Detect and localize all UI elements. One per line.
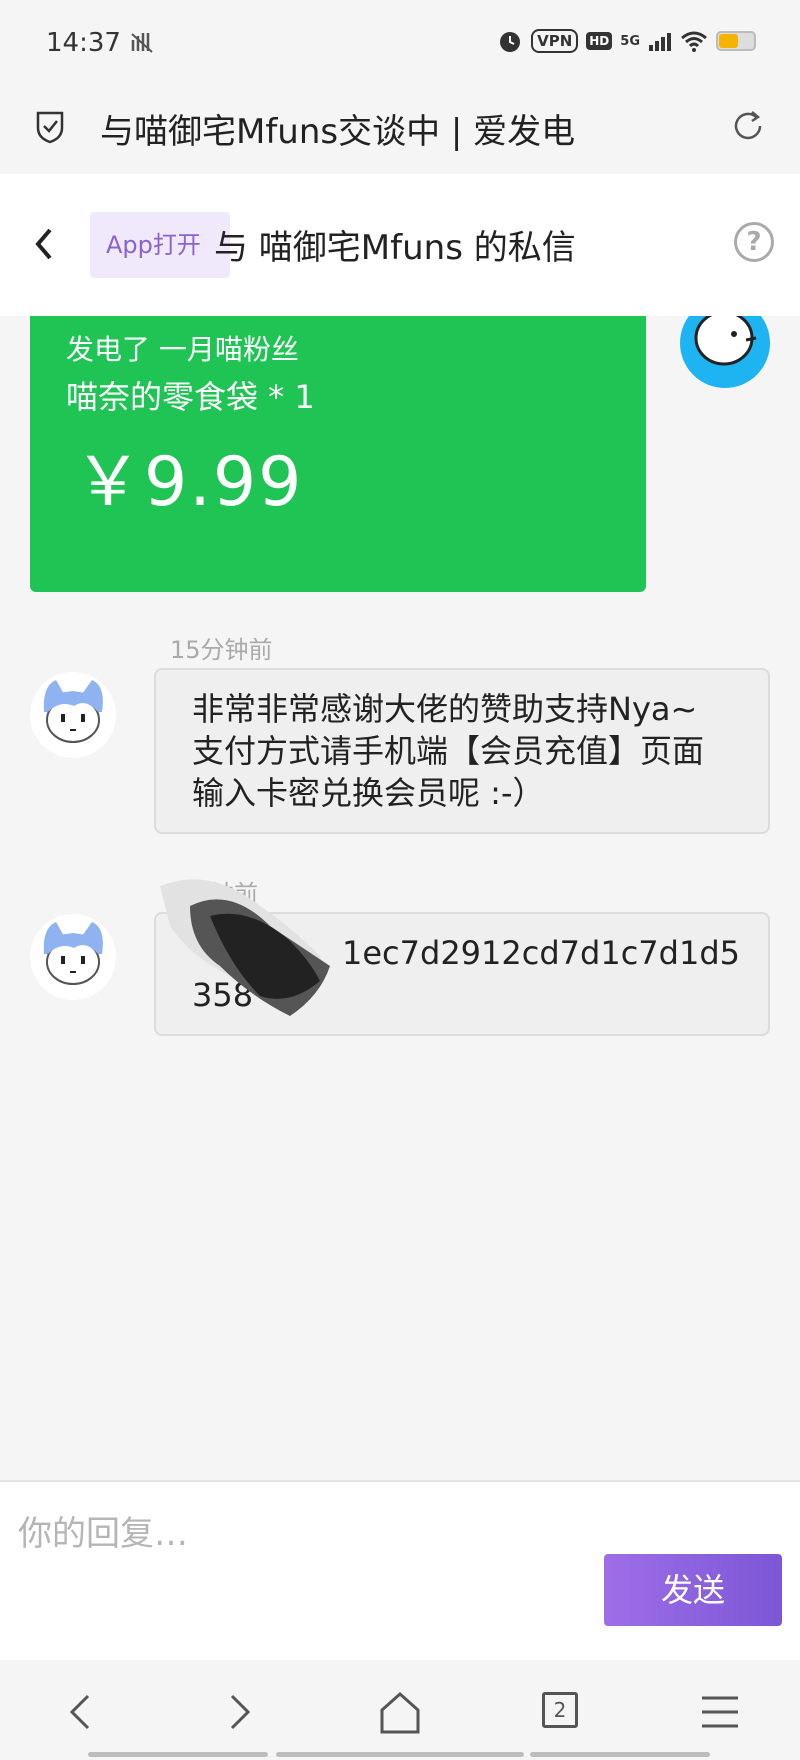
tab-count: 2 (542, 1692, 578, 1728)
send-button[interactable]: 发送 (604, 1554, 782, 1626)
avatar-image (43, 680, 103, 743)
creator-avatar[interactable] (30, 672, 116, 758)
alarm-icon (500, 32, 521, 52)
message-bubble[interactable]: 非常非常感谢大佬的赞助支持Nya~ 支付方式请手机端【会员充值】页面输入卡密兑换… (154, 668, 770, 834)
reload-icon[interactable] (730, 108, 766, 144)
app-open-button[interactable]: App打开 (90, 212, 230, 278)
chat-title: 与 喵御宅Mfuns 的私信 (214, 228, 576, 268)
hd-badge: HD (586, 32, 613, 50)
gesture-bar (276, 1752, 524, 1757)
nav-forward-icon[interactable] (214, 1688, 266, 1736)
nav-back-icon[interactable] (54, 1688, 106, 1736)
wifi-icon (681, 31, 707, 52)
sponsor-plan: 发电了 一月喵粉丝 (66, 333, 299, 366)
battery-icon (716, 31, 756, 51)
back-arrow-icon[interactable] (30, 224, 60, 264)
signal-off-icon (131, 33, 153, 53)
browser-page-title[interactable]: 与喵御宅Mfuns交谈中 | 爱发电 (100, 104, 575, 153)
avatar-image (694, 316, 757, 366)
cell-signal-icon (649, 33, 671, 51)
gesture-bar (530, 1752, 710, 1757)
status-bar: 14:37 VPN HD 5G (0, 0, 800, 86)
sponsor-price: ￥9.99 (74, 443, 304, 522)
battery-level (719, 34, 738, 48)
status-icons: VPN HD 5G (497, 28, 756, 54)
page-header: App打开 与 喵御宅Mfuns 的私信 ? (0, 174, 800, 316)
avatar-image (43, 922, 103, 985)
own-avatar[interactable] (680, 316, 770, 388)
reply-input[interactable] (18, 1506, 578, 1562)
network-type-label: 5G (620, 33, 640, 49)
reply-area: 发送 (0, 1480, 800, 1660)
chat-area[interactable]: 发电了 一月喵粉丝 喵奈的零食袋 * 1 ￥9.99 15分钟前 非常非常感谢大… (0, 316, 800, 1480)
creator-avatar[interactable] (30, 914, 116, 1000)
nav-home-icon[interactable] (374, 1688, 426, 1736)
gesture-bar (88, 1752, 268, 1757)
nav-tabs-button[interactable]: 2 (534, 1688, 586, 1736)
vpn-badge: VPN (531, 29, 579, 53)
sponsor-item: 喵奈的零食袋 * 1 (66, 378, 315, 416)
sponsor-card: 发电了 一月喵粉丝 喵奈的零食袋 * 1 ￥9.99 (30, 316, 646, 592)
help-icon[interactable]: ? (734, 222, 774, 262)
message-text: 非常非常感谢大佬的赞助支持Nya~ 支付方式请手机端【会员充值】页面输入卡密兑换… (192, 690, 705, 812)
browser-address-bar: 与喵御宅Mfuns交谈中 | 爱发电 (0, 86, 800, 174)
shield-icon[interactable] (34, 108, 66, 144)
message-time: 15分钟前 (170, 636, 273, 664)
redaction-scribble (160, 879, 330, 1016)
status-time: 14:37 (46, 28, 121, 58)
browser-bottom-nav: 2 (0, 1660, 800, 1760)
nav-menu-icon[interactable] (694, 1688, 746, 1736)
